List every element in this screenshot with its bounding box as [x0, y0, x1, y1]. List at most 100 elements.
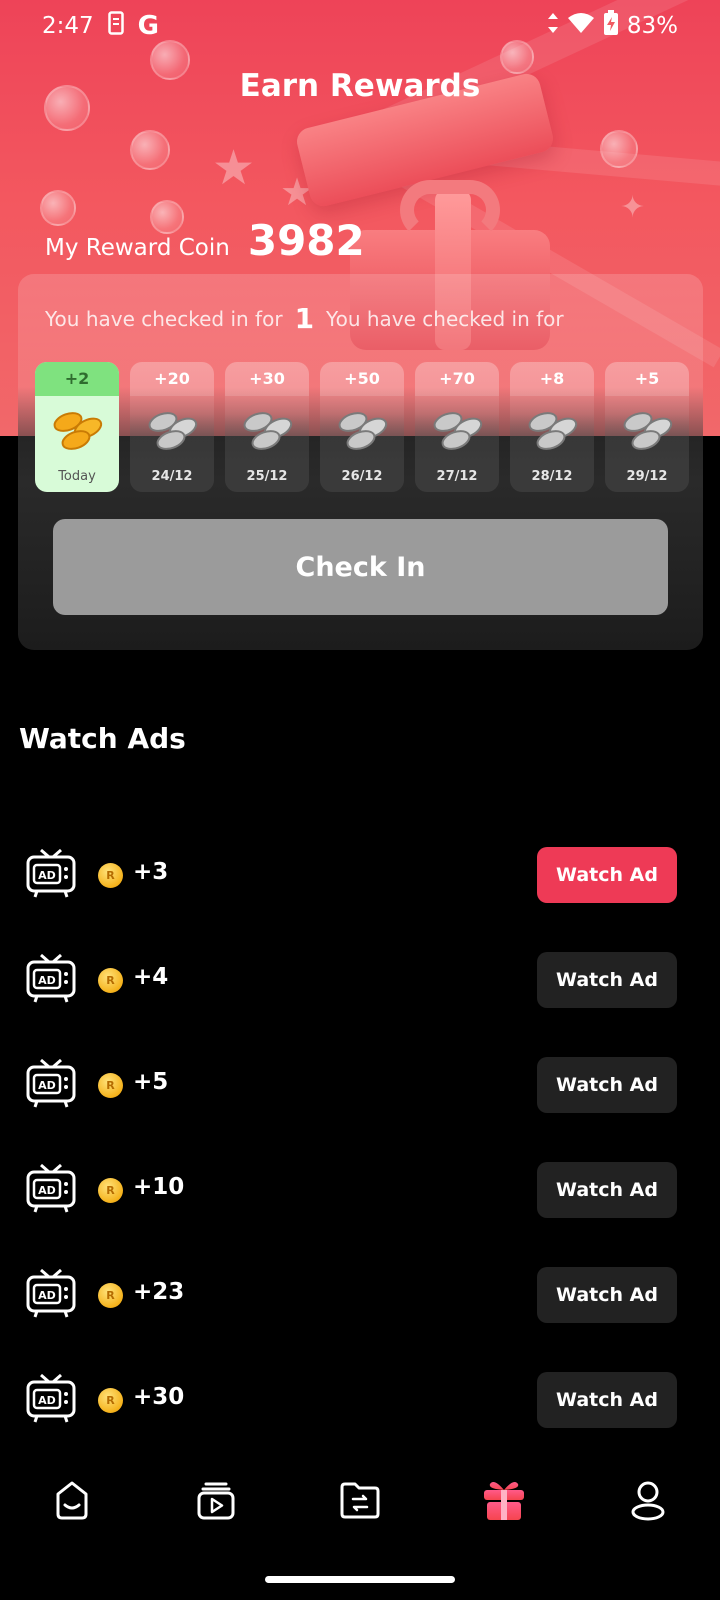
nav-home[interactable] [0, 1460, 144, 1540]
reward-balance: My Reward Coin 3982 [45, 216, 365, 265]
nav-videos[interactable] [144, 1460, 288, 1540]
gift-icon [484, 1482, 524, 1520]
status-time: 2:47 [42, 13, 94, 39]
nav-profile[interactable] [576, 1460, 720, 1540]
silver-coins-icon [528, 412, 578, 450]
day-date: 26/12 [341, 469, 383, 484]
home-indicator[interactable] [265, 1576, 455, 1583]
checkin-text-after: You have checked in for [326, 306, 564, 331]
watch-ad-button[interactable]: Watch Ad [537, 847, 677, 903]
day-date: 25/12 [246, 469, 288, 484]
folder-transfer-icon [340, 1482, 380, 1519]
watch-ad-button[interactable]: Watch Ad [537, 1372, 677, 1428]
ad-reward: +23 [133, 1279, 185, 1305]
data-arrows-icon [547, 12, 559, 40]
day-reward: +20 [130, 362, 214, 396]
coin-icon: R [98, 1073, 123, 1098]
silver-coins-icon [623, 412, 673, 450]
ad-reward: +30 [133, 1384, 185, 1410]
battery-charging-icon [603, 10, 619, 42]
day-reward: +50 [320, 362, 404, 396]
checkin-status: You have checked in for 1 You have check… [45, 302, 564, 335]
checkin-days: +2 Today +20 24/12 +30 25/12 +50 26/12 +… [35, 362, 689, 492]
ad-tv-icon: AD [26, 1373, 76, 1423]
svg-text:AD: AD [38, 869, 56, 882]
gold-coins-icon [53, 412, 103, 450]
checkin-day: +50 26/12 [320, 362, 404, 492]
page-title: Earn Rewards [239, 68, 481, 104]
coin-icon: R [98, 1178, 123, 1203]
ad-tv-icon: AD [26, 1268, 76, 1318]
ad-tv-icon: AD [26, 1058, 76, 1108]
balance-value: 3982 [247, 216, 365, 265]
ad-reward: +3 [133, 859, 169, 885]
ad-row: AD R +5 Watch Ad [0, 1057, 720, 1113]
ad-tv-icon: AD [26, 1163, 76, 1213]
day-reward: +8 [510, 362, 594, 396]
star-icon: ★ [212, 140, 256, 196]
day-date: 28/12 [531, 469, 573, 484]
nav-files[interactable] [288, 1460, 432, 1540]
checkin-card: You have checked in for 1 You have check… [18, 274, 703, 650]
day-date: 29/12 [626, 469, 668, 484]
coin-icon: R [98, 968, 123, 993]
checkin-text-before: You have checked in for [45, 306, 283, 331]
ad-reward: +5 [133, 1069, 169, 1095]
checkin-day: +30 25/12 [225, 362, 309, 492]
silver-coins-icon [243, 412, 293, 450]
watch-ad-button[interactable]: Watch Ad [537, 1162, 677, 1218]
ad-row: AD R +4 Watch Ad [0, 952, 720, 1008]
status-bar: 2:47 G 83% [0, 0, 720, 52]
day-reward: +30 [225, 362, 309, 396]
checkin-day: +70 27/12 [415, 362, 499, 492]
watch-ad-button[interactable]: Watch Ad [537, 1267, 677, 1323]
ad-tv-icon: AD [26, 953, 76, 1003]
coin-icon: R [98, 1283, 123, 1308]
decor-coin [130, 130, 170, 170]
balance-label: My Reward Coin [45, 235, 230, 261]
watch-ad-button[interactable]: Watch Ad [537, 1057, 677, 1113]
coin-icon: R [98, 1388, 123, 1413]
home-face-icon [56, 1481, 88, 1520]
day-reward: +5 [605, 362, 689, 396]
silver-coins-icon [148, 412, 198, 450]
day-reward: +2 [35, 362, 119, 396]
ad-reward: +10 [133, 1174, 185, 1200]
svg-text:AD: AD [38, 1079, 56, 1092]
battery-percent: 83% [626, 13, 678, 39]
ad-row: AD R +3 Watch Ad [0, 847, 720, 903]
day-date: 27/12 [436, 469, 478, 484]
svg-text:AD: AD [38, 1394, 56, 1407]
watch-ads-title: Watch Ads [19, 722, 186, 755]
svg-text:AD: AD [38, 974, 56, 987]
phone-notification-icon [107, 11, 124, 41]
coin-icon: R [98, 863, 123, 888]
checkin-day-today[interactable]: +2 Today [35, 362, 119, 492]
day-date: 24/12 [151, 469, 193, 484]
wifi-icon [567, 12, 595, 40]
ad-reward: +4 [133, 964, 169, 990]
check-in-button[interactable]: Check In [53, 519, 668, 615]
google-icon: G [137, 11, 159, 41]
ad-row: AD R +23 Watch Ad [0, 1267, 720, 1323]
day-reward: +70 [415, 362, 499, 396]
ad-row: AD R +30 Watch Ad [0, 1372, 720, 1428]
bottom-navigation [0, 1460, 720, 1540]
rewards-screen: ★ ★ ✦ ✦ 2:47 G [0, 0, 720, 1600]
day-date: Today [58, 469, 96, 484]
watch-ad-button[interactable]: Watch Ad [537, 952, 677, 1008]
decor-coin [600, 130, 638, 168]
profile-icon [631, 1481, 665, 1521]
sparkle-icon: ✦ [620, 190, 646, 225]
ad-tv-icon: AD [26, 848, 76, 898]
checkin-day: +20 24/12 [130, 362, 214, 492]
videos-play-icon [197, 1482, 235, 1520]
silver-coins-icon [433, 412, 483, 450]
nav-rewards[interactable] [432, 1460, 576, 1540]
checkin-day: +8 28/12 [510, 362, 594, 492]
svg-text:AD: AD [38, 1184, 56, 1197]
ad-row: AD R +10 Watch Ad [0, 1162, 720, 1218]
silver-coins-icon [338, 412, 388, 450]
checkin-days-count: 1 [294, 302, 315, 335]
svg-text:AD: AD [38, 1289, 56, 1302]
